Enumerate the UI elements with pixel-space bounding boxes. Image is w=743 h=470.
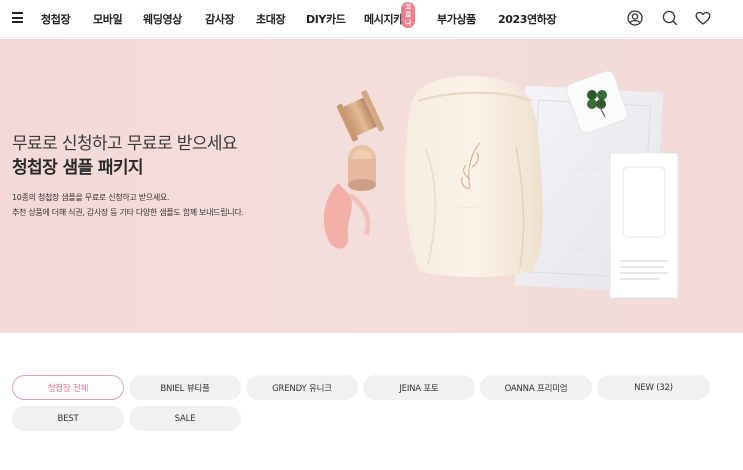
sample-package-image: · · · · · · · · · · · · · · · · · · · · … (323, 70, 679, 299)
hero-banner[interactable]: 무료로 신청하고 무료로 받으세요 청첩장 샘플 패키지 10종의 청첩장 샘플… (0, 39, 743, 333)
search-icon[interactable] (661, 9, 679, 27)
heart-icon[interactable] (694, 9, 712, 27)
category-chip-bniel[interactable]: BNIEL 뷰티풀 (129, 375, 241, 400)
nav-item-extras[interactable]: 부가상품 (437, 11, 476, 27)
category-chip-best[interactable]: BEST (12, 406, 124, 431)
hero-description-line2: 추천 상품에 더해 식권, 감사장 등 기타 다양한 샘플도 함께 보내드립니다… (12, 208, 244, 217)
nav-item-invitation[interactable]: 청첩장 (41, 11, 71, 27)
hero-title: 무료로 신청하고 무료로 받으세요 (12, 134, 238, 154)
nav-item-thank-you-card[interactable]: 감사장 (205, 11, 235, 27)
nav-item-new-year-card[interactable]: 2023연하장 (498, 11, 557, 27)
category-chip-oanna[interactable]: OANNA 프리미엄 (480, 375, 592, 400)
nav-item-wedding-video[interactable]: 웨딩영상 (143, 11, 182, 27)
hero-description-line1: 10종의 청첩장 샘플을 무료로 신청하고 받으세요. (12, 193, 170, 202)
category-chip-jeina[interactable]: JEINA 포토 (363, 375, 475, 400)
category-chip-grendy[interactable]: GRENDY 유니크 (246, 375, 358, 400)
category-chip-sale[interactable]: SALE (129, 406, 241, 431)
nav-item-diy-card[interactable]: DIY카드 (306, 11, 346, 27)
category-chip-all[interactable]: 청첩장 전체 (12, 375, 124, 400)
category-chip-new[interactable]: NEW (32) (597, 375, 710, 400)
top-header: 청첩장 모바일 웨딩영상 감사장 초대장 DIY카드 메시지카드 코로나 부가상… (0, 0, 743, 38)
menu-icon[interactable] (12, 12, 23, 23)
nav-item-mobile[interactable]: 모바일 (93, 11, 123, 27)
svg-text:· · · · · · ·: · · · · · · · (572, 247, 589, 252)
svg-text:· · · · · · · · · ·: · · · · · · · · · · (575, 167, 599, 172)
nav-item-invite-card[interactable]: 초대장 (256, 11, 286, 27)
hero-subtitle: 청첩장 샘플 패키지 (12, 158, 144, 178)
new-badge: 코로나 (401, 2, 416, 28)
svg-text:· · · · · · · · · · ·: · · · · · · · · · · · (455, 206, 478, 210)
account-icon[interactable] (626, 9, 644, 27)
